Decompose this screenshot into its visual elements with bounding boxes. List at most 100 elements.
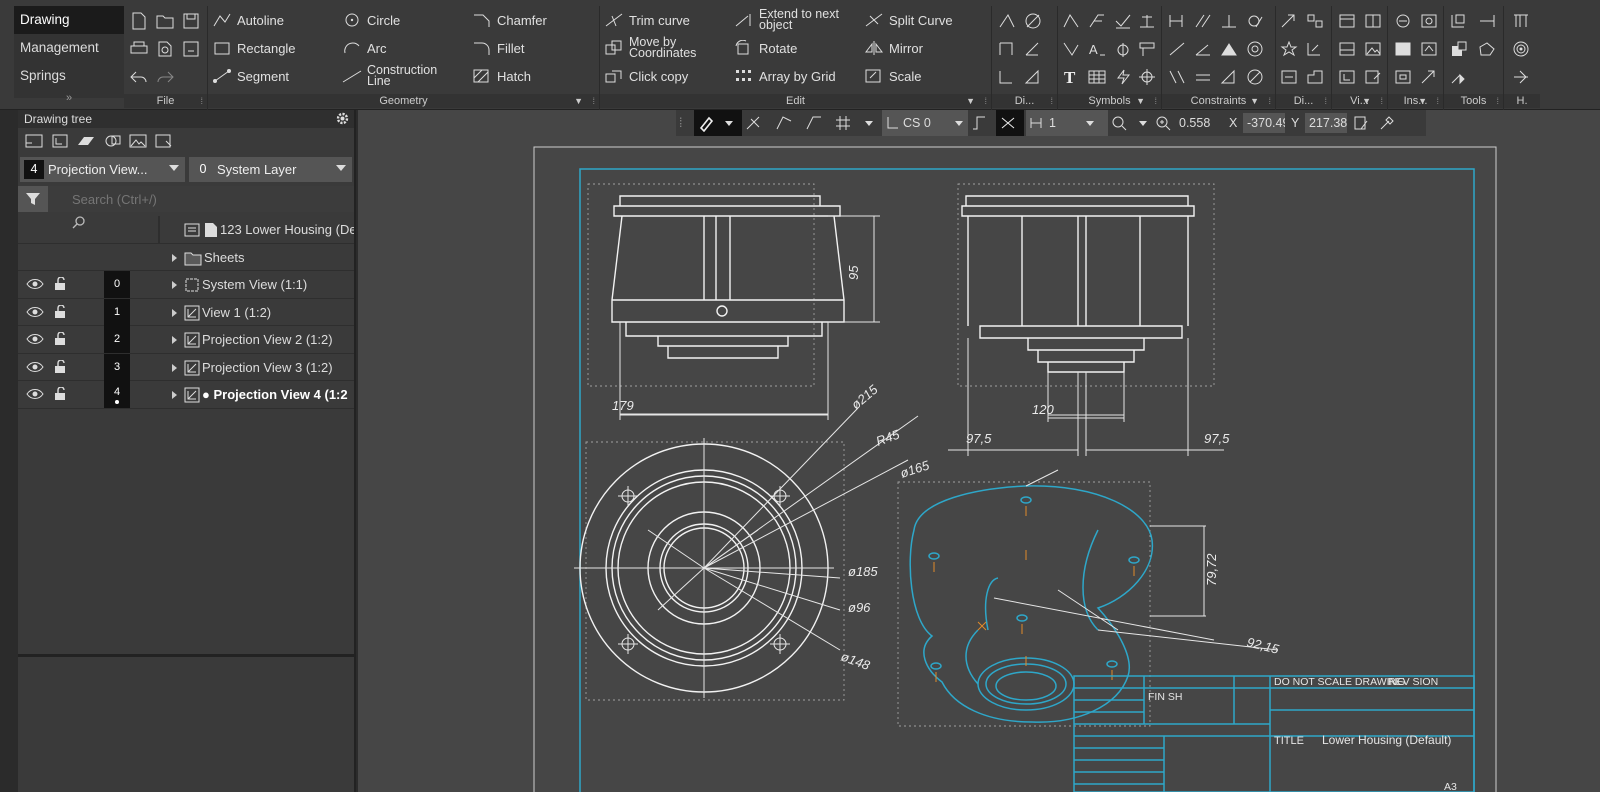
- dim-120[interactable]: 120: [1032, 402, 1054, 417]
- eye-icon[interactable]: [26, 388, 44, 403]
- save-icon[interactable]: [180, 10, 202, 32]
- arc-button[interactable]: Arc: [342, 36, 387, 60]
- scale-button[interactable]: Scale: [864, 64, 922, 88]
- linear-dimension-icon[interactable]: [996, 10, 1018, 32]
- redo-icon[interactable]: [154, 66, 176, 88]
- dim-179[interactable]: 179: [612, 398, 634, 413]
- zoom-dropdown[interactable]: [1136, 110, 1152, 136]
- datum-icon[interactable]: [1112, 10, 1134, 32]
- hole-icon[interactable]: [1510, 10, 1532, 32]
- symmetry-icon[interactable]: [1218, 38, 1240, 60]
- detail-view-icon[interactable]: [1304, 38, 1326, 60]
- tangent-icon[interactable]: [1244, 10, 1266, 32]
- arc-dimension-icon[interactable]: [1022, 66, 1044, 88]
- autoline-button[interactable]: Autoline: [212, 8, 284, 32]
- arrow-tool-icon[interactable]: [1278, 10, 1300, 32]
- insert-view-icon[interactable]: [1392, 66, 1414, 88]
- tab-drawing[interactable]: Drawing: [14, 6, 124, 34]
- angle-constraint-icon[interactable]: [1192, 38, 1214, 60]
- parallel-icon[interactable]: [1192, 10, 1214, 32]
- view-selector[interactable]: 4 Projection View...: [20, 157, 185, 182]
- expand-arrow-icon[interactable]: [172, 253, 177, 262]
- text-annotation-icon[interactable]: A: [1086, 38, 1108, 60]
- eye-icon[interactable]: [26, 361, 44, 376]
- unlock-icon[interactable]: [54, 358, 68, 377]
- spiral-icon[interactable]: [1510, 38, 1532, 60]
- tree-item-view-0[interactable]: 0 System View (1:1): [18, 271, 354, 299]
- fix-point-icon[interactable]: [1166, 10, 1188, 32]
- insert-link-icon[interactable]: [1418, 66, 1440, 88]
- circle-button[interactable]: Circle: [342, 8, 400, 32]
- table-icon[interactable]: [1086, 66, 1108, 88]
- drawing-canvas[interactable]: 179 95 120 97,5 97,5 ø215 R45 ø165 ø185 …: [358, 110, 1600, 792]
- tree-item-view-3[interactable]: 3 Projection View 3 (1:2): [18, 353, 354, 381]
- center-mark-icon[interactable]: [1136, 66, 1158, 88]
- thread-icon[interactable]: [1510, 66, 1532, 88]
- coincident-icon[interactable]: [1166, 66, 1188, 88]
- eye-icon[interactable]: [26, 278, 44, 293]
- roughness-icon[interactable]: [1086, 10, 1108, 32]
- ortho-mode-icon[interactable]: [772, 110, 802, 136]
- base-dimension-icon[interactable]: [996, 38, 1018, 60]
- position-symbol-icon[interactable]: [1060, 38, 1082, 60]
- sheet-view-icon[interactable]: [24, 133, 44, 152]
- dim-d185[interactable]: ø185: [848, 564, 878, 579]
- grid-icon[interactable]: [832, 110, 862, 136]
- collinear-icon[interactable]: [1166, 38, 1188, 60]
- tolerance-icon[interactable]: [1112, 38, 1134, 60]
- perpendicular-snap-icon[interactable]: [996, 110, 1024, 136]
- new-file-icon[interactable]: [128, 10, 150, 32]
- unlock-icon[interactable]: [54, 331, 68, 349]
- standard-views-icon[interactable]: [1362, 10, 1384, 32]
- equal-icon[interactable]: [1192, 66, 1214, 88]
- toolbar-grip[interactable]: ⁞: [676, 110, 694, 136]
- horizontal-icon[interactable]: [1218, 66, 1240, 88]
- view-icon[interactable]: [1336, 10, 1358, 32]
- dim-d165[interactable]: ø165: [898, 457, 932, 481]
- cs-selector[interactable]: CS 0: [882, 110, 968, 136]
- save-as-icon[interactable]: [180, 38, 202, 60]
- expand-arrow-icon[interactable]: [172, 336, 177, 344]
- undo-icon[interactable]: [128, 66, 150, 88]
- chamfer-button[interactable]: Chamfer: [472, 8, 547, 32]
- insert-object-icon[interactable]: [1418, 38, 1440, 60]
- view-manager-icon[interactable]: [102, 133, 122, 152]
- insert-picture-icon[interactable]: [1392, 38, 1414, 60]
- break-view-icon[interactable]: [1278, 66, 1300, 88]
- eye-icon[interactable]: [26, 306, 44, 321]
- expand-arrow-icon[interactable]: [172, 363, 177, 372]
- export-view-icon[interactable]: [154, 133, 174, 152]
- step-curve-icon[interactable]: [968, 110, 996, 136]
- print-preview-icon[interactable]: [154, 38, 176, 60]
- tab-springs[interactable]: Springs: [14, 62, 124, 90]
- insert-raster-icon[interactable]: [1418, 10, 1440, 32]
- expand-arrow-icon[interactable]: [172, 281, 177, 289]
- unlock-icon[interactable]: [54, 386, 68, 404]
- dim-95[interactable]: 95: [846, 265, 861, 280]
- distance-icon[interactable]: [1476, 10, 1498, 32]
- snap-dropdown[interactable]: [722, 110, 742, 136]
- measure-icon[interactable]: [1448, 10, 1470, 32]
- ribbon-expand-chevron-icon[interactable]: »: [14, 92, 124, 110]
- calculator-icon[interactable]: [1448, 66, 1470, 88]
- fix-length-icon[interactable]: [1244, 66, 1266, 88]
- construction-line-button[interactable]: Construction Line: [342, 64, 443, 88]
- zoom-value[interactable]: 0.558: [1175, 113, 1221, 133]
- new-view-icon[interactable]: [50, 133, 70, 152]
- coordinate-settings-icon[interactable]: [1350, 110, 1376, 136]
- unlock-icon[interactable]: [54, 276, 68, 294]
- unlock-icon[interactable]: [54, 303, 68, 322]
- tree-root-item[interactable]: 123 Lower Housing (De: [18, 216, 354, 244]
- layer-icon[interactable]: [76, 133, 96, 152]
- round-values-icon[interactable]: [802, 110, 832, 136]
- dim-92-15[interactable]: 92,15: [1245, 634, 1281, 657]
- magnet-snap-icon[interactable]: [694, 110, 722, 136]
- tree-item-view-1[interactable]: 1 View 1 (1:2): [18, 298, 354, 326]
- eyedropper-icon[interactable]: [1376, 110, 1402, 136]
- image-icon[interactable]: [128, 133, 148, 152]
- tab-management[interactable]: Management: [14, 34, 124, 62]
- click-copy-button[interactable]: Click copy: [604, 64, 688, 88]
- dim-97-5-left[interactable]: 97,5: [966, 431, 992, 446]
- hatch-button[interactable]: Hatch: [472, 64, 531, 88]
- mass-properties-icon[interactable]: [1448, 38, 1470, 60]
